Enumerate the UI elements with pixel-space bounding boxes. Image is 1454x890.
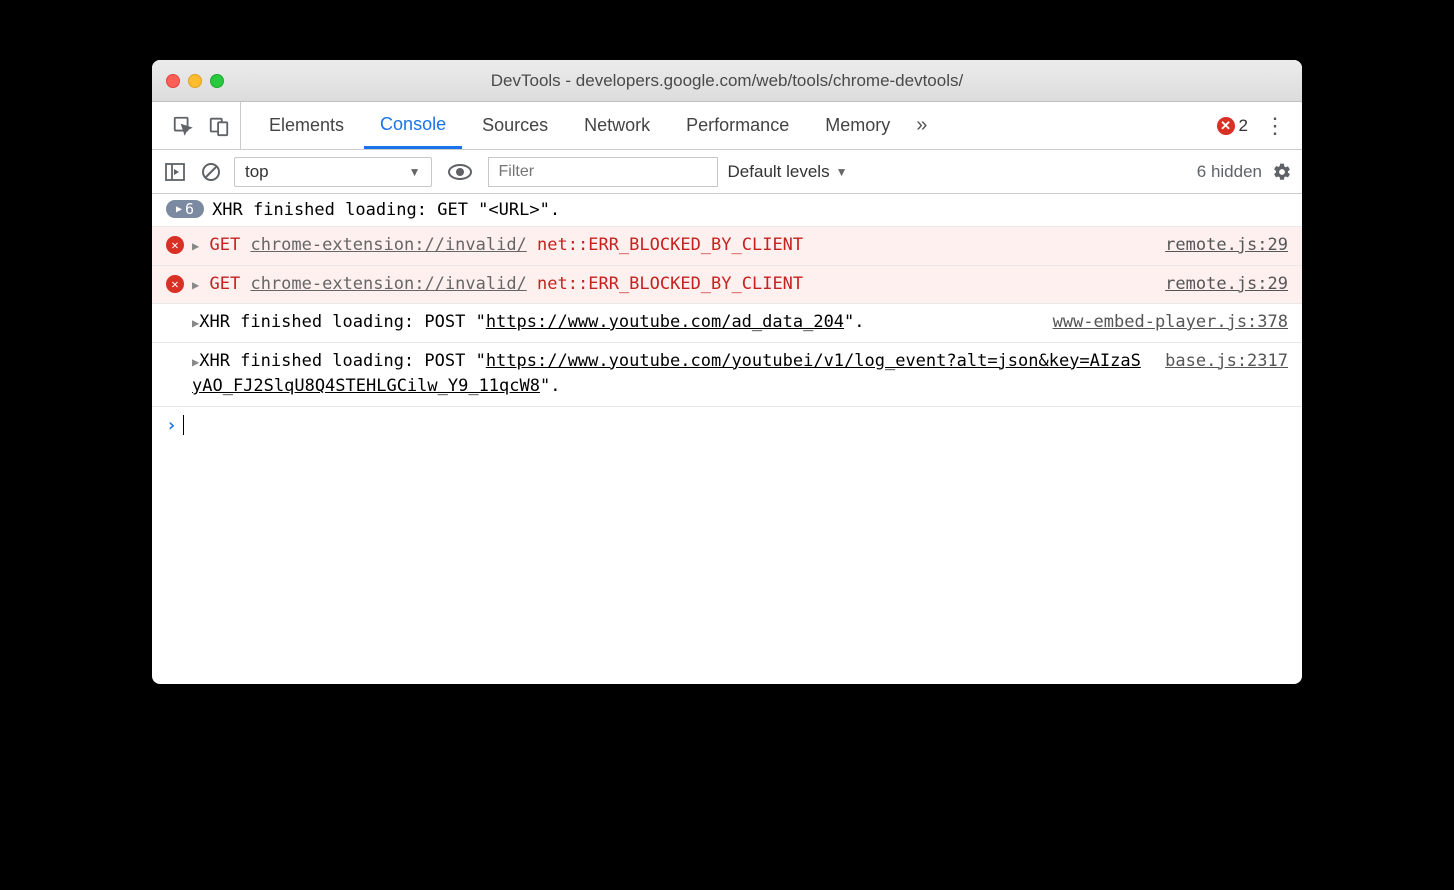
- log-levels-select[interactable]: Default levels ▼: [728, 162, 848, 182]
- log-row-error[interactable]: ✕ remote.js:29 ▶ GET chrome-extension://…: [152, 266, 1302, 305]
- show-sidebar-icon[interactable]: [162, 159, 188, 185]
- log-text: XHR finished loading: POST ": [199, 351, 486, 371]
- error-count: 2: [1239, 116, 1248, 136]
- hidden-count[interactable]: 6 hidden: [1197, 162, 1262, 182]
- source-link[interactable]: www-embed-player.js:378: [1053, 310, 1288, 336]
- error-message: net::ERR_BLOCKED_BY_CLIENT: [537, 274, 803, 294]
- request-url[interactable]: https://www.youtube.com/ad_data_204: [486, 312, 844, 332]
- clear-console-icon[interactable]: [198, 159, 224, 185]
- log-row-xhr[interactable]: base.js:2317 ▶XHR finished loading: POST…: [152, 343, 1302, 407]
- close-icon[interactable]: [166, 74, 180, 88]
- log-row-xhr[interactable]: www-embed-player.js:378 ▶XHR finished lo…: [152, 304, 1302, 343]
- error-icon: ✕: [166, 275, 184, 293]
- minimize-icon[interactable]: [188, 74, 202, 88]
- log-text: ".: [540, 376, 560, 396]
- gear-icon[interactable]: [1272, 162, 1292, 182]
- console-log-area: ▶ 6 XHR finished loading: GET "<URL>". ✕…: [152, 194, 1302, 684]
- text-cursor: [183, 415, 184, 435]
- log-row-error[interactable]: ✕ remote.js:29 ▶ GET chrome-extension://…: [152, 227, 1302, 266]
- tab-performance[interactable]: Performance: [670, 102, 805, 149]
- error-icon: ✕: [166, 236, 184, 254]
- chevron-down-icon: ▼: [836, 165, 848, 179]
- tab-console[interactable]: Console: [364, 102, 462, 149]
- levels-label: Default levels: [728, 162, 830, 182]
- tab-memory[interactable]: Memory: [809, 102, 906, 149]
- titlebar: DevTools - developers.google.com/web/too…: [152, 60, 1302, 102]
- expand-icon[interactable]: ▶: [192, 278, 199, 292]
- expand-icon[interactable]: ▶: [192, 239, 199, 253]
- tab-network[interactable]: Network: [568, 102, 666, 149]
- filter-input[interactable]: [488, 157, 718, 187]
- log-text: ".: [844, 312, 864, 332]
- live-expression-icon[interactable]: [442, 163, 478, 181]
- log-text: XHR finished loading: POST ": [199, 312, 486, 332]
- log-row-grouped[interactable]: ▶ 6 XHR finished loading: GET "<URL>".: [152, 194, 1302, 227]
- request-url[interactable]: chrome-extension://invalid/: [250, 235, 526, 255]
- devtools-window: DevTools - developers.google.com/web/too…: [152, 60, 1302, 684]
- tab-sources[interactable]: Sources: [466, 102, 564, 149]
- chevron-down-icon: ▼: [409, 165, 421, 179]
- prompt-icon: ›: [166, 415, 177, 436]
- context-label: top: [245, 162, 269, 182]
- more-tabs-icon[interactable]: »: [910, 114, 933, 137]
- device-toggle-icon[interactable]: [208, 115, 230, 137]
- group-count-badge: ▶ 6: [166, 200, 204, 218]
- settings-menu-icon[interactable]: ⋮: [1258, 113, 1292, 139]
- tab-elements[interactable]: Elements: [253, 102, 360, 149]
- source-link[interactable]: base.js:2317: [1165, 349, 1288, 375]
- source-link[interactable]: remote.js:29: [1165, 272, 1288, 298]
- request-url[interactable]: chrome-extension://invalid/: [250, 274, 526, 294]
- error-badge[interactable]: ✕ 2: [1211, 116, 1254, 136]
- window-title: DevTools - developers.google.com/web/too…: [152, 71, 1302, 91]
- traffic-lights: [166, 74, 224, 88]
- error-message: net::ERR_BLOCKED_BY_CLIENT: [537, 235, 803, 255]
- execution-context-select[interactable]: top ▼: [234, 157, 432, 187]
- error-icon: ✕: [1217, 117, 1235, 135]
- http-method: GET: [209, 274, 240, 294]
- console-prompt[interactable]: ›: [152, 407, 1302, 444]
- source-link[interactable]: remote.js:29: [1165, 233, 1288, 259]
- console-toolbar: top ▼ Default levels ▼ 6 hidden: [152, 150, 1302, 194]
- inspect-icon[interactable]: [172, 115, 194, 137]
- empty-area: [152, 444, 1302, 684]
- log-message: XHR finished loading: GET "<URL>".: [212, 200, 560, 220]
- zoom-icon[interactable]: [210, 74, 224, 88]
- tabbar: Elements Console Sources Network Perform…: [152, 102, 1302, 150]
- http-method: GET: [209, 235, 240, 255]
